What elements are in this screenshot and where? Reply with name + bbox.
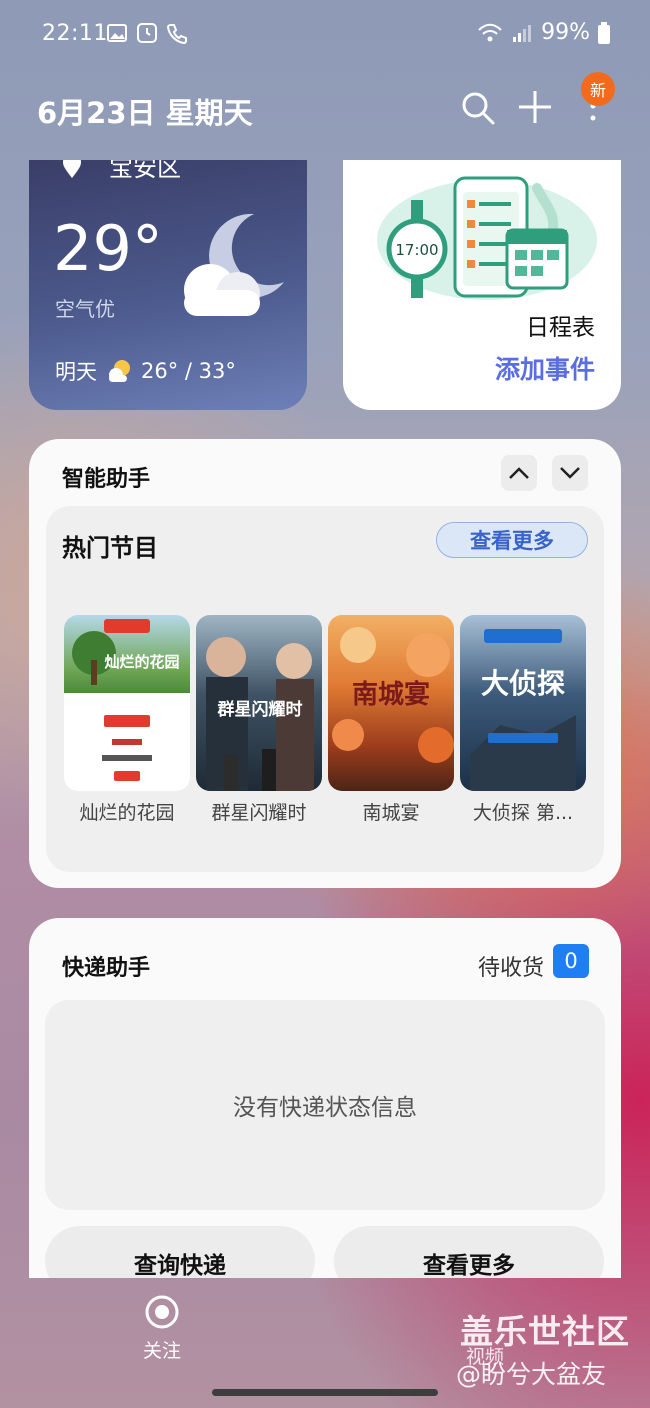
- collapse-button[interactable]: [501, 455, 537, 491]
- chevron-up-icon: [509, 467, 529, 479]
- notification-icons: [106, 22, 188, 44]
- empty-text: 没有快递状态信息: [233, 1095, 417, 1121]
- home-indicator[interactable]: [212, 1389, 438, 1396]
- show-poster[interactable]: 大侦探: [460, 615, 586, 791]
- poster-sponsors-icon: [102, 715, 152, 781]
- smart-assistant-card: 智能助手 热门节目 查看更多 灿烂的花园 灿烂的花园 群星闪耀时 群星闪耀时 南…: [29, 439, 621, 888]
- cloudy-night-icon: [184, 213, 284, 316]
- partly-cloudy-icon: [109, 360, 130, 382]
- system-icons: 99%: [477, 20, 610, 45]
- status-time: 22:11: [42, 21, 108, 46]
- show-item[interactable]: 大侦探 大侦探 第...: [460, 615, 586, 825]
- nav-follow[interactable]: 关注: [140, 1294, 184, 1363]
- schedule-illustration-icon: 17:00: [377, 176, 597, 300]
- show-item[interactable]: 灿烂的花园 灿烂的花园: [64, 615, 190, 825]
- poster-figures-icon: 群星闪耀时: [206, 637, 314, 791]
- show-name: 大侦探 第...: [472, 802, 574, 824]
- show-name: 灿烂的花园: [79, 802, 175, 824]
- see-more-button[interactable]: 查看更多: [436, 522, 588, 558]
- poster-2-title: 群星闪耀时: [218, 699, 303, 720]
- shows-list: 灿烂的花园 灿烂的花园 群星闪耀时 群星闪耀时 南城宴 南城宴 大侦探 大侦探 …: [64, 615, 586, 825]
- call-icon: [166, 24, 187, 44]
- clock-text: 17:00: [395, 241, 438, 259]
- poster-3-title: 南城宴: [352, 679, 430, 710]
- show-poster[interactable]: 群星闪耀时: [196, 615, 322, 791]
- poster-ship-icon: 大侦探: [470, 629, 576, 791]
- show-item[interactable]: 南城宴 南城宴: [328, 615, 454, 825]
- poster-4-title: 大侦探: [481, 667, 565, 700]
- express-more-button[interactable]: 查看更多: [334, 1226, 604, 1278]
- wifi-icon: [478, 23, 502, 41]
- weather-temperature: 29°: [53, 212, 163, 285]
- add-icon[interactable]: [516, 88, 554, 126]
- new-badge: 新: [581, 72, 615, 106]
- watermark-title: 盖乐世社区: [460, 1312, 630, 1351]
- add-event-link[interactable]: 添加事件: [495, 350, 595, 386]
- page-title: 6月23日 星期天: [37, 96, 253, 130]
- show-item[interactable]: 群星闪耀时 群星闪耀时: [196, 615, 322, 825]
- status-bar: 22:11 99%: [0, 0, 650, 70]
- calendar-title: 日程表: [526, 315, 595, 341]
- poster-flowers-icon: 南城宴: [332, 627, 454, 763]
- express-title: 快递助手: [62, 956, 151, 981]
- expand-button[interactable]: [552, 455, 588, 491]
- calendar-widget[interactable]: 17:00 日程表 添加事件: [343, 160, 621, 410]
- pending-count-badge[interactable]: 0: [553, 944, 589, 978]
- show-name: 群星闪耀时: [211, 802, 307, 824]
- weather-widget[interactable]: 宝安区 29° 空气优 明天 26° / 33°: [29, 160, 307, 410]
- clock-icon: [137, 23, 157, 43]
- weather-location: 宝安区: [109, 160, 181, 182]
- show-poster[interactable]: 灿烂的花园: [64, 615, 190, 791]
- chevron-down-icon: [560, 467, 580, 479]
- signal-icon: [513, 24, 532, 42]
- tomorrow-range: 26° / 33°: [141, 359, 236, 383]
- watermark-subtitle: @盼兮大盆友: [456, 1360, 607, 1389]
- location-pin-icon: [63, 160, 81, 178]
- poster-1-title: 灿烂的花园: [104, 653, 179, 671]
- query-express-button[interactable]: 查询快递: [45, 1226, 315, 1278]
- hot-shows-title: 热门节目: [62, 534, 158, 562]
- poster-scene-icon: 灿烂的花园: [72, 619, 180, 685]
- nav-follow-label: 关注: [142, 1340, 181, 1362]
- battery-percent: 99%: [541, 20, 590, 45]
- tomorrow-label: 明天: [55, 360, 97, 384]
- pending-label[interactable]: 待收货: [478, 950, 544, 982]
- search-icon[interactable]: [460, 90, 496, 126]
- express-empty-state: 没有快递状态信息: [45, 1000, 605, 1210]
- show-name: 南城宴: [362, 802, 420, 824]
- assistant-title: 智能助手: [62, 467, 151, 492]
- weather-tomorrow: 明天 26° / 33°: [55, 356, 236, 386]
- image-icon: [107, 24, 127, 42]
- air-quality: 空气优: [55, 297, 115, 321]
- target-icon: [145, 1295, 179, 1329]
- express-assistant-card: 快递助手 待收货 0 没有快递状态信息 查询快递 查看更多: [29, 918, 621, 1278]
- battery-icon: [598, 21, 610, 44]
- header: 6月23日 星期天: [0, 80, 650, 140]
- hot-shows-panel: 热门节目 查看更多 灿烂的花园 灿烂的花园 群星闪耀时 群星闪耀时 南城宴 南城…: [46, 506, 604, 872]
- show-poster[interactable]: 南城宴: [328, 615, 454, 791]
